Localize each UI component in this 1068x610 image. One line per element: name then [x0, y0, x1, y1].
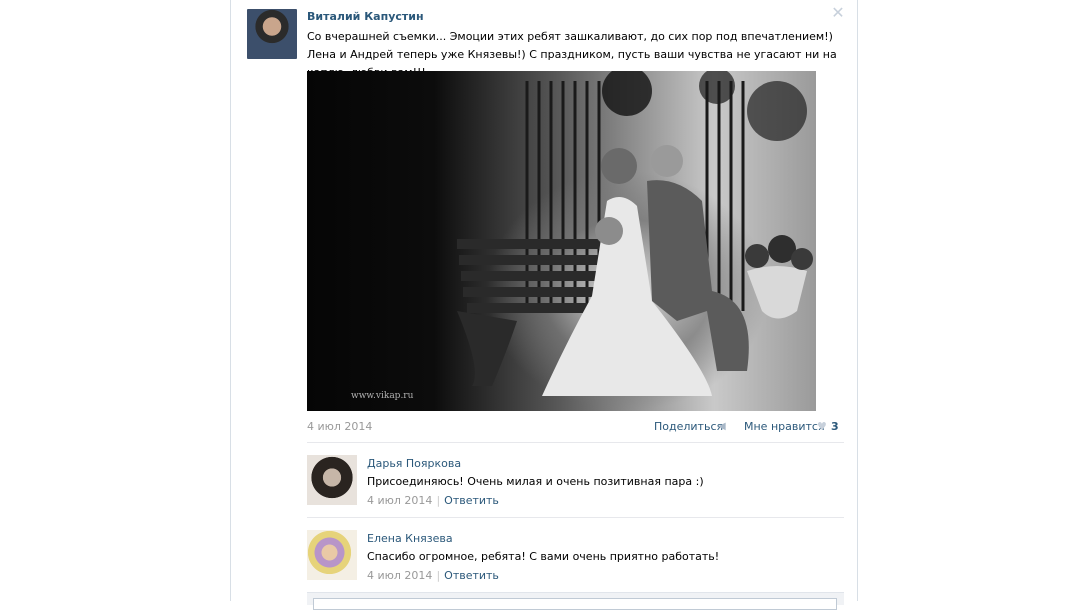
share-button[interactable]: Поделиться [654, 420, 723, 433]
heart-icon[interactable]: ♥ [817, 420, 827, 433]
commenter-name-link[interactable]: Елена Князева [367, 532, 453, 545]
comment-meta: 4 июл 2014 | Ответить [367, 569, 499, 582]
reply-form [307, 592, 844, 610]
separator: | [436, 569, 441, 582]
megaphone-icon[interactable]: ◀ [718, 421, 730, 432]
comment-date[interactable]: 4 июл 2014 [367, 569, 432, 582]
divider [307, 442, 844, 443]
post-photo[interactable]: www.vikap.ru [307, 71, 816, 411]
post-meta: 4 июл 2014 Поделиться ◀ Мне нравится ♥ 3 [307, 419, 847, 435]
separator: | [436, 494, 441, 507]
reply-button[interactable]: Ответить [444, 494, 499, 507]
author-name-link[interactable]: Виталий Капустин [307, 10, 424, 23]
like-button[interactable]: Мне нравится [744, 420, 825, 433]
page-border-right [857, 0, 858, 601]
commenter-avatar[interactable] [307, 455, 357, 505]
divider [307, 517, 844, 518]
page-border-left [230, 0, 231, 601]
photo-illustration [457, 71, 813, 396]
close-icon[interactable]: ✕ [830, 5, 846, 21]
author-avatar[interactable] [247, 9, 297, 59]
wall-post: Виталий Капустин ✕ Со вчерашней съемки..… [247, 0, 847, 610]
commenter-avatar[interactable] [307, 530, 357, 580]
comment-item: Дарья Пояркова Присоединяюсь! Очень мила… [307, 455, 847, 515]
comment-input[interactable] [313, 598, 837, 610]
comment-date[interactable]: 4 июл 2014 [367, 494, 432, 507]
reply-button[interactable]: Ответить [444, 569, 499, 582]
comment-item: Елена Князева Спасибо огромное, ребята! … [307, 530, 847, 590]
comment-meta: 4 июл 2014 | Ответить [367, 494, 499, 507]
comment-text: Спасибо огромное, ребята! С вами очень п… [367, 550, 720, 563]
post-date-link[interactable]: 4 июл 2014 [307, 420, 372, 433]
comment-text: Присоединяюсь! Очень милая и очень позит… [367, 475, 704, 488]
like-count[interactable]: 3 [831, 420, 839, 433]
commenter-name-link[interactable]: Дарья Пояркова [367, 457, 461, 470]
photo-watermark: www.vikap.ru [351, 391, 414, 401]
